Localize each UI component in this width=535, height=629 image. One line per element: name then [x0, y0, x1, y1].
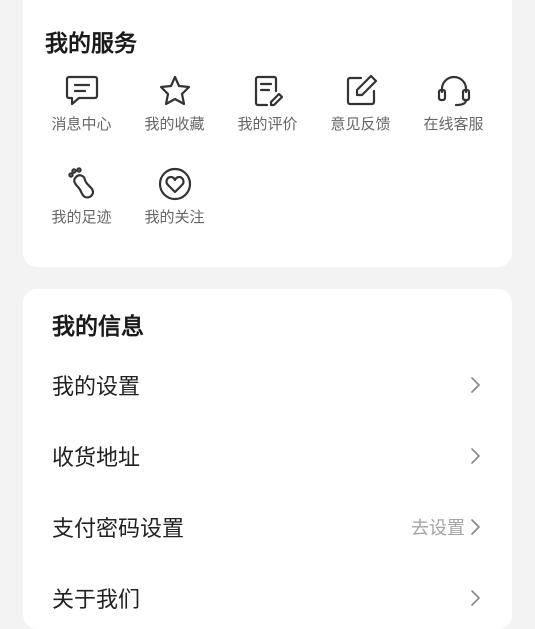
row-payment-password[interactable]: 支付密码设置 去设置 — [23, 497, 512, 557]
heart-circle-icon — [157, 166, 193, 202]
row-shipping-address[interactable]: 收货地址 — [23, 426, 512, 486]
service-my-follows[interactable]: 我的关注 — [128, 166, 221, 227]
chevron-right-icon — [469, 589, 481, 607]
row-value: 去设置 — [411, 518, 465, 539]
my-info-card: 我的信息 我的设置 收货地址 支付密码设置 去设置 关于我们 — [23, 289, 512, 629]
service-label: 消息中心 — [51, 115, 112, 133]
edit-icon — [343, 73, 379, 109]
star-icon — [157, 73, 193, 109]
headset-icon — [436, 73, 472, 109]
chevron-right-icon — [469, 518, 481, 536]
my-services-card: 我的服务 消息中心 我的收藏 我的评价 意见反馈 在线客服 我的足迹 我的关注 — [23, 0, 512, 267]
service-label: 我的足迹 — [51, 208, 112, 226]
service-label: 我的关注 — [144, 208, 205, 226]
row-label: 支付密码设置 — [52, 517, 185, 542]
chevron-right-icon — [469, 376, 481, 394]
row-label: 收货地址 — [52, 446, 141, 471]
service-label: 在线客服 — [423, 115, 484, 133]
service-my-favorites[interactable]: 我的收藏 — [128, 73, 221, 134]
row-label: 关于我们 — [52, 588, 141, 613]
my-services-title: 我的服务 — [45, 31, 137, 57]
service-label: 我的评价 — [237, 115, 298, 133]
service-message-center[interactable]: 消息中心 — [35, 73, 128, 134]
row-about-us[interactable]: 关于我们 — [23, 568, 512, 628]
message-icon — [64, 73, 100, 109]
my-info-title: 我的信息 — [52, 314, 144, 340]
service-my-footprints[interactable]: 我的足迹 — [35, 166, 128, 227]
chevron-right-icon — [469, 447, 481, 465]
service-my-reviews[interactable]: 我的评价 — [221, 73, 314, 134]
review-icon — [250, 73, 286, 109]
row-my-settings[interactable]: 我的设置 — [23, 355, 512, 415]
row-label: 我的设置 — [52, 375, 141, 400]
service-online-support[interactable]: 在线客服 — [407, 73, 500, 134]
service-feedback[interactable]: 意见反馈 — [314, 73, 407, 134]
footprint-icon — [64, 166, 100, 202]
service-label: 我的收藏 — [144, 115, 205, 133]
service-label: 意见反馈 — [330, 115, 391, 133]
